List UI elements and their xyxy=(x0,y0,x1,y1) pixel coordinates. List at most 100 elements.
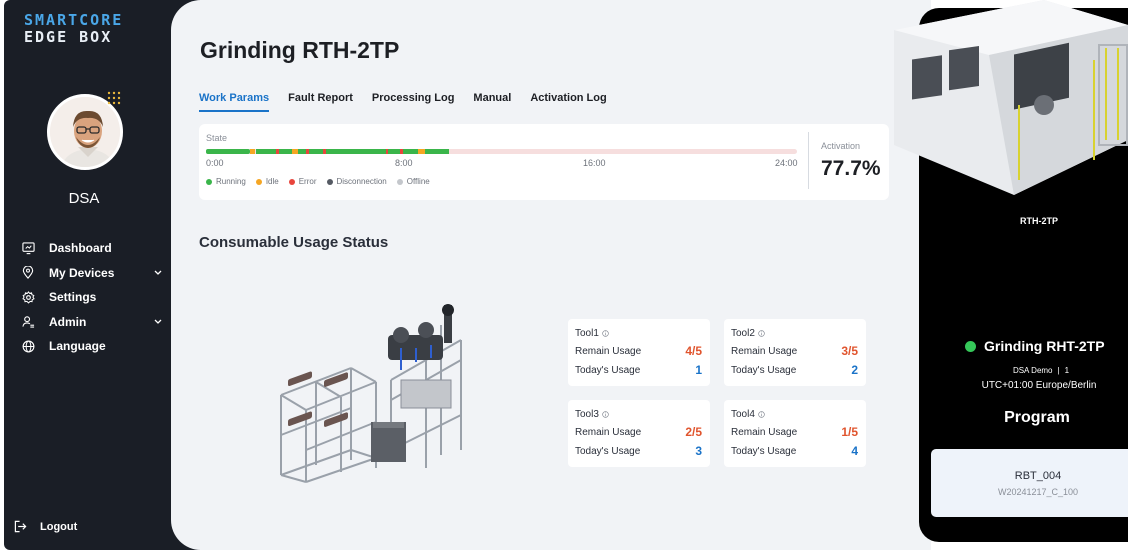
state-timeline[interactable] xyxy=(206,149,797,154)
sidebar-item-my-devices[interactable]: My Devices xyxy=(20,261,164,286)
device-org: DSA Demo xyxy=(1012,366,1053,375)
today-usage-value: 1 xyxy=(695,363,702,377)
legend-dot xyxy=(326,178,333,185)
legend-dot xyxy=(255,178,262,185)
machine-cabin-image xyxy=(894,0,1128,195)
admin-icon xyxy=(20,314,36,330)
globe-icon xyxy=(20,338,36,354)
dashboard-icon xyxy=(20,240,36,256)
tool-card-4: Tool4 Remain Usage 1/5 Today's Usage 4 xyxy=(724,400,866,467)
tool-name: Tool4 xyxy=(731,409,755,420)
sidebar-item-dashboard[interactable]: Dashboard xyxy=(20,236,164,261)
info-icon[interactable] xyxy=(758,411,765,418)
remain-usage-value: 2/5 xyxy=(685,425,702,439)
grinding-machine-image xyxy=(280,304,462,483)
program-card[interactable]: RBT_004 W20241217_C_100 xyxy=(931,449,1128,517)
tab-activation-log[interactable]: Activation Log xyxy=(530,92,606,112)
program-heading: Program xyxy=(1004,409,1070,426)
program-code: W20241217_C_100 xyxy=(997,487,1079,497)
remain-usage-value: 3/5 xyxy=(841,344,858,358)
legend-label: Error xyxy=(298,177,317,186)
state-card: State 0:00 8:00 16:00 24:00 Running Idle… xyxy=(199,124,889,200)
logout-button[interactable]: Logout xyxy=(14,520,77,534)
today-usage-label: Today's Usage xyxy=(575,365,641,376)
legend-item-error: Error xyxy=(288,177,317,186)
today-usage-value: 4 xyxy=(851,444,858,458)
tool-card-1: Tool1 Remain Usage 4/5 Today's Usage 1 xyxy=(568,319,710,386)
gear-icon xyxy=(20,289,36,305)
tab-work-params[interactable]: Work Params xyxy=(199,92,270,112)
remain-usage-value: 4/5 xyxy=(685,344,702,358)
legend-item-disconnection: Disconnection xyxy=(326,177,387,186)
tab-fault-report[interactable]: Fault Report xyxy=(288,92,353,112)
tab-processing-log[interactable]: Processing Log xyxy=(372,92,455,112)
divider xyxy=(808,132,809,189)
sidebar-item-label: Settings xyxy=(49,290,97,305)
tab-bar: Work Params Fault Report Processing Log … xyxy=(199,92,626,112)
logout-icon xyxy=(14,520,28,534)
device-title: Grinding RHT-2TP xyxy=(965,338,1105,354)
status-indicator xyxy=(965,340,976,352)
logout-label: Logout xyxy=(40,521,78,533)
separator: | xyxy=(1057,366,1060,375)
activation-label: Activation xyxy=(821,141,861,151)
sidebar-item-label: My Devices xyxy=(49,265,115,280)
user-name: DSA xyxy=(68,190,100,207)
info-icon[interactable] xyxy=(602,411,609,418)
legend-item-idle: Idle xyxy=(255,177,279,186)
sidebar-item-label: Admin xyxy=(49,314,87,329)
sidebar-item-settings[interactable]: Settings xyxy=(20,285,164,310)
device-timezone: UTC+01:00 Europe/Berlin xyxy=(981,380,1097,391)
sidebar-nav: Dashboard My Devices Settings Admin Lang… xyxy=(20,236,164,359)
info-icon[interactable] xyxy=(602,330,609,337)
legend-item-offline: Offline xyxy=(396,177,430,186)
chevron-down-icon[interactable] xyxy=(152,316,164,328)
remain-usage-label: Remain Usage xyxy=(575,427,642,438)
tool-name: Tool2 xyxy=(731,328,755,339)
sidebar-item-label: Language xyxy=(49,339,106,354)
remain-usage-label: Remain Usage xyxy=(731,346,798,357)
today-usage-value: 2 xyxy=(851,363,858,377)
device-meta: DSA Demo | 1 xyxy=(961,366,1121,375)
sidebar-item-language[interactable]: Language xyxy=(20,334,164,359)
sidebar-item-admin[interactable]: Admin xyxy=(20,310,164,335)
legend-label: Offline xyxy=(406,177,430,186)
today-usage-label: Today's Usage xyxy=(575,446,641,457)
device-name: Grinding RHT-2TP xyxy=(984,338,1105,354)
brand-line-2: EDGE BOX xyxy=(24,28,113,46)
tool-card-3: Tool3 Remain Usage 2/5 Today's Usage 3 xyxy=(568,400,710,467)
remain-usage-value: 1/5 xyxy=(841,425,858,439)
timeline-segments xyxy=(206,149,449,154)
tick-label: 8:00 xyxy=(395,158,413,168)
device-panel: RTH-2TP Grinding RHT-2TP DSA Demo | 1 UTC+… xyxy=(894,0,1128,542)
tool-name: Tool3 xyxy=(575,409,599,420)
brand-line-1: SMARTCORE xyxy=(24,11,124,29)
tab-manual[interactable]: Manual xyxy=(473,92,511,112)
legend-dot xyxy=(288,178,295,185)
page-title: Grinding RTH-2TP xyxy=(200,37,400,63)
tool-card-2: Tool2 Remain Usage 3/5 Today's Usage 2 xyxy=(724,319,866,386)
brand-logo: SMARTCORE EDGE BOX xyxy=(24,12,164,46)
sidebar-item-label: Dashboard xyxy=(49,241,112,256)
tool-name: Tool1 xyxy=(575,328,599,339)
chevron-down-icon[interactable] xyxy=(152,267,164,279)
legend-dot xyxy=(396,178,403,185)
main-content: Grinding RTH-2TP Work Params Fault Repor… xyxy=(171,0,931,550)
remain-usage-label: Remain Usage xyxy=(731,427,798,438)
today-usage-label: Today's Usage xyxy=(731,446,797,457)
activation-value: 77.7% xyxy=(821,157,881,180)
legend-dot xyxy=(206,178,212,185)
dots-decoration-icon xyxy=(107,91,121,105)
state-label: State xyxy=(206,133,228,143)
legend-label: Running xyxy=(216,177,246,186)
program-name: RBT_004 xyxy=(1014,470,1062,482)
location-pin-icon xyxy=(20,265,36,281)
tick-label: 0:00 xyxy=(206,158,224,168)
state-legend: Running Idle Error Disconnection Offline xyxy=(206,177,440,186)
tick-label: 24:00 xyxy=(775,158,798,168)
today-usage-value: 3 xyxy=(695,444,702,458)
tick-label: 16:00 xyxy=(583,158,606,168)
machine-model-label: RTH-2TP xyxy=(1020,216,1058,226)
device-id: 1 xyxy=(1064,366,1070,375)
info-icon[interactable] xyxy=(758,330,765,337)
